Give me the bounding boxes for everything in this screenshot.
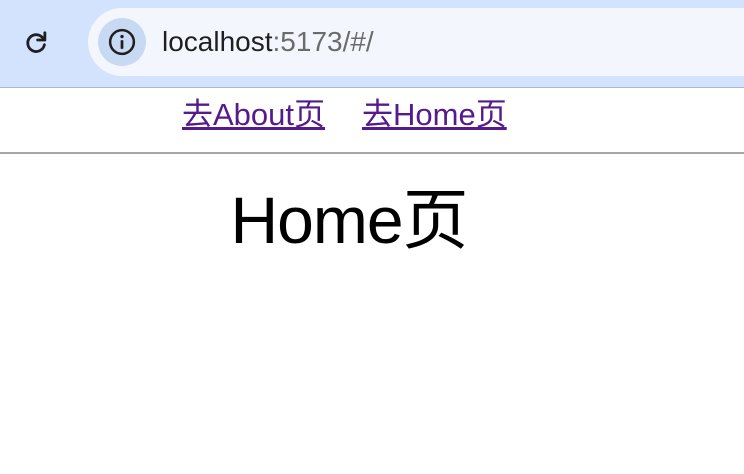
url-text[interactable]: localhost:5173/#/ — [162, 24, 374, 60]
reload-button[interactable] — [14, 21, 58, 65]
page-title: Home页 — [230, 183, 468, 257]
nav-bar: 去About页 去Home页 — [0, 88, 744, 154]
browser-toolbar: localhost:5173/#/ — [0, 0, 744, 88]
url-path: :5173/#/ — [272, 26, 374, 57]
site-info-button[interactable] — [98, 18, 146, 66]
info-icon — [108, 28, 136, 56]
url-host: localhost — [162, 26, 273, 57]
nav-link-home[interactable]: 去Home页 — [362, 95, 507, 135]
nav-link-about[interactable]: 去About页 — [182, 95, 325, 135]
page-content: 去About页 去Home页 Home页 — [0, 88, 744, 474]
reload-icon — [26, 31, 47, 53]
address-bar[interactable]: localhost:5173/#/ — [88, 8, 744, 76]
